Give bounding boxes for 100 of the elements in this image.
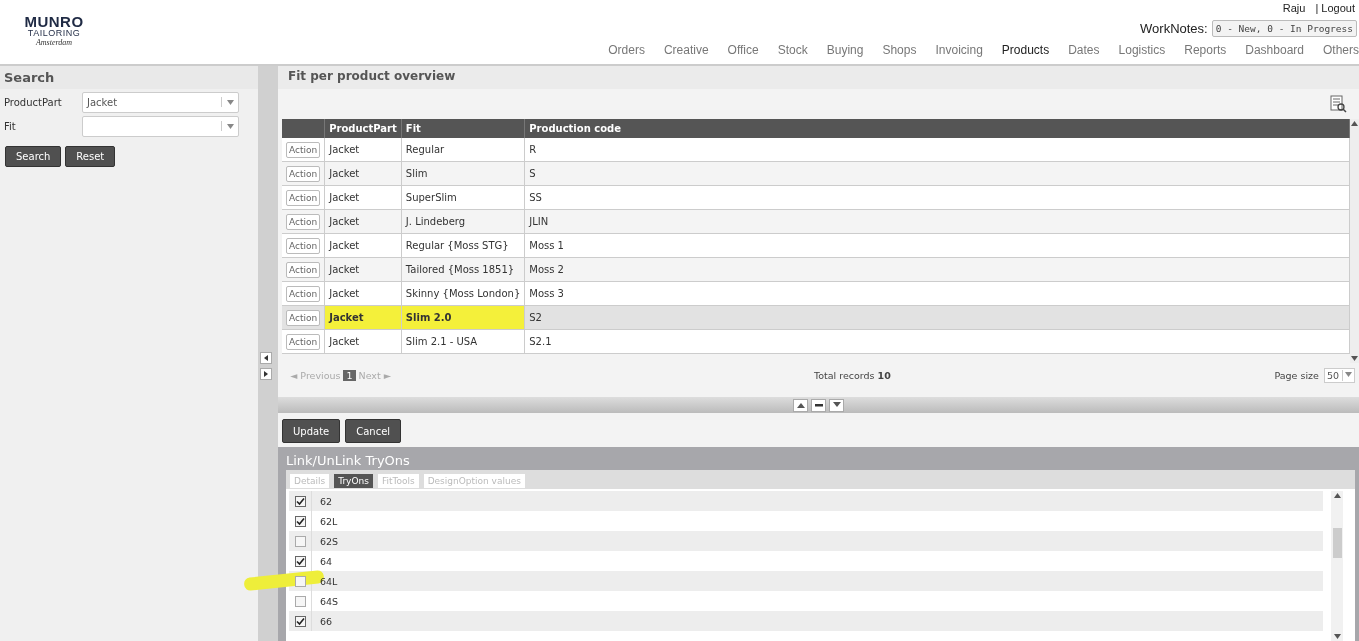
action-button[interactable]: Action bbox=[286, 285, 321, 302]
checkbox[interactable] bbox=[294, 575, 306, 587]
checkbox[interactable] bbox=[294, 595, 306, 607]
move-up-icon[interactable] bbox=[793, 398, 808, 412]
logo-subtitle: TAILORING bbox=[27, 29, 81, 38]
select-field[interactable]: Jacket bbox=[82, 91, 239, 113]
page-number[interactable]: 1 bbox=[343, 369, 356, 381]
nav-item[interactable]: Logistics bbox=[1118, 43, 1166, 57]
panel-title: Search bbox=[0, 66, 258, 89]
user-name: Raju bbox=[1282, 2, 1306, 14]
nav-item[interactable]: Shops bbox=[882, 43, 917, 57]
table-row[interactable]: Action Jacket Skinny {Moss London} Moss 3 bbox=[282, 281, 1350, 306]
nav-item[interactable]: Office bbox=[727, 43, 759, 57]
table-cell: Slim 2.0 bbox=[401, 305, 525, 330]
table-cell: Jacket bbox=[324, 138, 402, 162]
action-button[interactable]: Action bbox=[286, 189, 321, 206]
worknotes-badge[interactable]: 0 - New, 0 - In Progress bbox=[1211, 20, 1357, 37]
search-panel-button[interactable]: Search bbox=[5, 146, 62, 167]
dropdown-arrow-icon[interactable] bbox=[226, 124, 234, 129]
checkbox[interactable] bbox=[294, 495, 306, 507]
table-row[interactable]: Action Jacket Slim 2.0 S2 bbox=[282, 305, 1350, 330]
minimize-icon[interactable] bbox=[811, 398, 826, 412]
action-button[interactable]: Action bbox=[286, 237, 321, 254]
column-header: ProductPart bbox=[324, 119, 402, 138]
table-cell: Jacket bbox=[324, 209, 402, 234]
scroll-down-icon[interactable] bbox=[1333, 634, 1341, 639]
table-cell: Jacket bbox=[324, 185, 402, 210]
page-size-select[interactable]: 50 bbox=[1323, 367, 1355, 383]
table-cell: Jacket bbox=[324, 281, 402, 306]
field-label: ProductPart bbox=[4, 96, 63, 108]
move-down-icon[interactable] bbox=[829, 398, 844, 412]
action-button[interactable]: Action bbox=[286, 141, 321, 158]
tab[interactable]: TryOns bbox=[333, 473, 374, 489]
tryon-label: 64S bbox=[319, 595, 339, 607]
table-row[interactable]: Action Jacket J. Lindeberg JLIN bbox=[282, 209, 1350, 234]
table-cell: Regular bbox=[401, 138, 525, 162]
nav-item[interactable]: Dates bbox=[1068, 43, 1100, 57]
form-button[interactable]: Cancel bbox=[345, 419, 402, 443]
table-cell: Skinny {Moss London} bbox=[401, 281, 525, 306]
nav-item[interactable]: Creative bbox=[663, 43, 709, 57]
nav-item[interactable]: Buying bbox=[826, 43, 864, 57]
column-header: Production code bbox=[524, 119, 1350, 138]
select-field[interactable] bbox=[82, 115, 239, 137]
table-cell: J. Lindeberg bbox=[401, 209, 525, 234]
table-cell: Jacket bbox=[324, 329, 402, 354]
table-cell: S bbox=[524, 161, 1350, 186]
table-row[interactable]: Action Jacket Slim S bbox=[282, 161, 1350, 186]
table-cell: S2.1 bbox=[524, 329, 1350, 354]
dropdown-arrow-icon[interactable] bbox=[226, 100, 234, 105]
table-row[interactable]: Action Jacket SuperSlim SS bbox=[282, 185, 1350, 210]
logout-link[interactable]: | Logout bbox=[1315, 2, 1355, 14]
action-button[interactable]: Action bbox=[286, 213, 321, 230]
scrollbar[interactable] bbox=[1331, 491, 1343, 641]
checkbox[interactable] bbox=[294, 535, 306, 547]
tryon-label: 62S bbox=[319, 535, 339, 547]
page-size-label: Page size bbox=[1274, 369, 1319, 381]
search-panel-button[interactable]: Reset bbox=[65, 146, 116, 167]
checkbox[interactable] bbox=[294, 515, 306, 527]
table-row[interactable]: Action Jacket Tailored {Moss 1851} Moss 2 bbox=[282, 257, 1350, 282]
nav-item[interactable]: Invoicing bbox=[935, 43, 983, 57]
collapse-icon[interactable] bbox=[260, 352, 272, 364]
action-button[interactable]: Action bbox=[286, 261, 321, 278]
action-button[interactable]: Action bbox=[286, 333, 321, 350]
scroll-up-icon[interactable] bbox=[1333, 493, 1341, 498]
action-button[interactable]: Action bbox=[286, 309, 321, 326]
table-cell: JLIN bbox=[524, 209, 1350, 234]
table-cell: Jacket bbox=[324, 161, 402, 186]
scroll-up-icon[interactable] bbox=[1351, 121, 1358, 126]
worknotes-label: WorkNotes: bbox=[1140, 21, 1208, 36]
scroll-down-icon[interactable] bbox=[1351, 356, 1358, 361]
checkbox[interactable] bbox=[294, 615, 306, 627]
scroll-thumb[interactable] bbox=[1332, 528, 1342, 558]
action-button[interactable]: Action bbox=[286, 165, 321, 182]
nav-item[interactable]: Orders bbox=[608, 43, 645, 57]
tryon-label: 66 bbox=[319, 615, 333, 627]
nav-item[interactable]: Dashboard bbox=[1245, 43, 1304, 57]
table-cell: Jacket bbox=[324, 257, 402, 282]
table-cell: Slim 2.1 - USA bbox=[401, 329, 525, 354]
table-cell: Slim bbox=[401, 161, 525, 186]
logo-tagline: Amsterdam bbox=[35, 38, 73, 47]
tryon-label: 64L bbox=[319, 575, 338, 587]
table-row[interactable]: Action Jacket Regular {Moss STG} Moss 1 bbox=[282, 233, 1350, 258]
table-row[interactable]: Action Jacket Regular R bbox=[282, 138, 1350, 162]
column-header: Fit bbox=[401, 119, 525, 138]
table-cell: R bbox=[524, 138, 1350, 162]
nav-item[interactable]: Others bbox=[1323, 43, 1359, 57]
scrollbar[interactable] bbox=[1350, 119, 1359, 363]
table-cell: SuperSlim bbox=[401, 185, 525, 210]
logo-name: MUNRO bbox=[24, 14, 84, 29]
nav-item[interactable]: Reports bbox=[1184, 43, 1227, 57]
table-cell: S2 bbox=[524, 305, 1350, 330]
form-button[interactable]: Update bbox=[282, 419, 341, 443]
table-row[interactable]: Action Jacket Slim 2.1 - USA S2.1 bbox=[282, 329, 1350, 354]
nav-item[interactable]: Stock bbox=[777, 43, 808, 57]
dropdown-arrow-icon[interactable] bbox=[1345, 371, 1352, 377]
checkbox[interactable] bbox=[294, 555, 306, 567]
field-label: Fit bbox=[4, 120, 17, 132]
report-icon[interactable] bbox=[1329, 95, 1347, 113]
nav-item[interactable]: Products bbox=[1001, 43, 1050, 57]
expand-icon[interactable] bbox=[260, 368, 272, 380]
